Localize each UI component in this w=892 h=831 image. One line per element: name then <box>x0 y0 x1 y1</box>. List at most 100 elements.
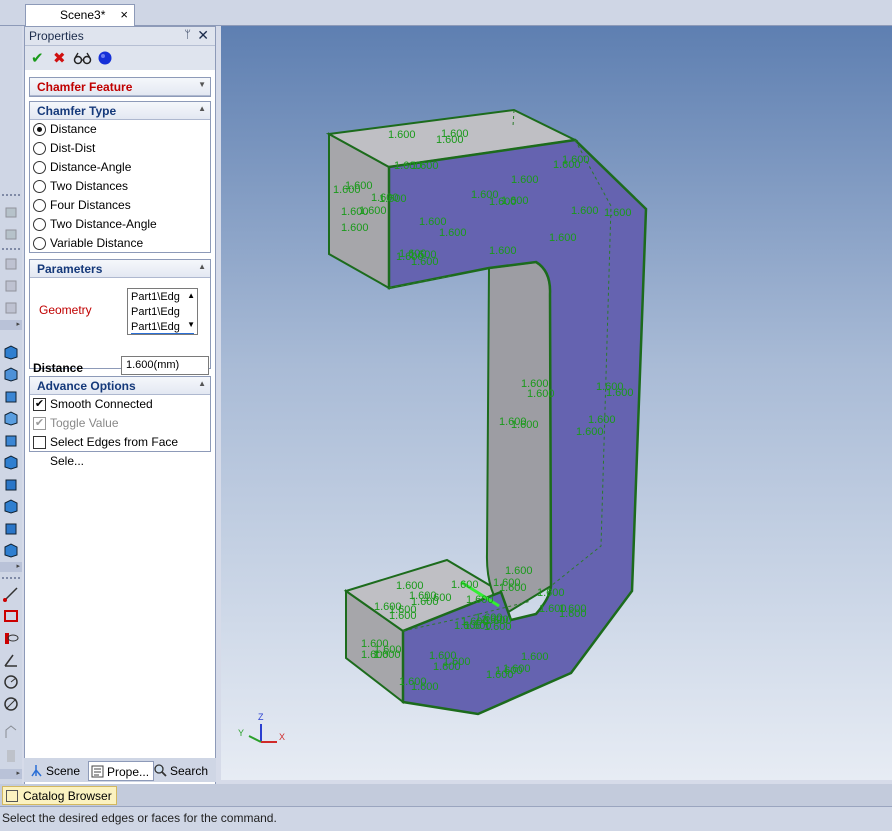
checkbox[interactable] <box>33 436 46 449</box>
dimension-label[interactable]: 1.600 <box>559 608 587 620</box>
parameters-title[interactable]: Parameters ▲ <box>30 260 210 278</box>
catalog-browser-button[interactable]: Catalog Browser <box>2 786 117 805</box>
dimension-label[interactable]: 1.600 <box>604 207 632 219</box>
dimension-label[interactable]: 1.600 <box>505 565 533 577</box>
document-tab-scene3[interactable]: Scene3* × <box>25 4 135 26</box>
loft-icon[interactable] <box>3 454 19 470</box>
dimension-label[interactable]: 1.600 <box>373 649 401 661</box>
part-light-icon[interactable] <box>3 226 19 242</box>
radius-icon[interactable] <box>3 674 19 690</box>
preview-glasses-icon[interactable] <box>73 50 93 66</box>
dimension-label[interactable]: 1.600 <box>537 587 565 599</box>
sweep-icon[interactable] <box>3 432 19 448</box>
radio-button[interactable] <box>33 142 46 155</box>
chamfer-type-option[interactable]: Two Distance-Angle <box>30 215 210 234</box>
measure-distance-icon[interactable] <box>3 586 19 602</box>
dimension-label[interactable]: 1.600 <box>439 227 467 239</box>
pin-icon[interactable]: ᛘ <box>184 29 191 41</box>
collapse-arrow-icon[interactable]: ▼ <box>198 80 206 89</box>
tab-properties[interactable]: Prope... <box>88 761 155 781</box>
chamfer-type-option[interactable]: Dist-Dist <box>30 139 210 158</box>
advance-option[interactable]: ✔ Smooth Connected <box>30 395 210 414</box>
face-light-icon[interactable] <box>3 300 19 316</box>
geometry-list[interactable]: Part1\Edg Part1\Edg Part1\Edg ▲ ▼ <box>127 288 198 335</box>
shell-icon[interactable] <box>3 476 19 492</box>
dimension-label[interactable]: 1.600 <box>606 387 634 399</box>
dimension-label[interactable]: 1.600 <box>345 180 373 192</box>
diameter-icon[interactable] <box>3 696 19 712</box>
radio-button[interactable] <box>33 123 46 136</box>
chamfer-type-option[interactable]: Distance-Angle <box>30 158 210 177</box>
dimension-label[interactable]: 1.600 <box>411 681 439 693</box>
dimension-label[interactable]: 1.600 <box>549 232 577 244</box>
revolve-icon[interactable] <box>3 410 19 426</box>
close-icon[interactable]: × <box>120 7 128 22</box>
radio-button[interactable] <box>33 161 46 174</box>
dimension-label[interactable]: 1.600 <box>441 128 469 140</box>
dimension-label[interactable]: 1.600 <box>464 620 492 632</box>
dimension-label[interactable]: 1.600 <box>489 245 517 257</box>
checkbox[interactable]: ✔ <box>33 398 46 411</box>
dimension-label[interactable]: 1.600 <box>527 388 555 400</box>
tab-search[interactable]: Search <box>152 761 208 781</box>
scroll-down-icon[interactable]: ▼ <box>187 320 195 329</box>
distance-input[interactable]: 1.600(mm) <box>121 356 209 375</box>
chamfer-type-option[interactable]: Four Distances <box>30 196 210 215</box>
geometry-item[interactable]: Part1\Edg <box>131 290 194 305</box>
dimension-label[interactable]: 1.600 <box>562 154 590 166</box>
dimension-label[interactable]: 1.600 <box>511 174 539 186</box>
dimension-label[interactable]: 1.600 <box>411 160 439 172</box>
tab-scene[interactable]: Scene <box>28 761 80 781</box>
collapse-arrow-icon[interactable]: ▲ <box>198 379 206 388</box>
advance-options-title[interactable]: Advance Options ▲ <box>30 377 210 395</box>
chamfer-type-option[interactable]: Two Distances <box>30 177 210 196</box>
dimension-label[interactable]: 1.600 <box>433 661 461 673</box>
dimension-label[interactable]: 1.600 <box>521 651 549 663</box>
model-canvas[interactable]: 1.600 1.600 1.600 1.600 1.600 1.600 1.600 1.600… <box>221 26 892 780</box>
dimension-label[interactable]: 1.600 <box>588 414 616 426</box>
chamfer-feature-title[interactable]: Chamfer Feature ▼ <box>30 78 210 96</box>
dimension-label[interactable]: 1.600 <box>379 193 407 205</box>
box-solid-icon[interactable] <box>3 344 19 360</box>
close-panel-icon[interactable]: ✕ <box>197 27 209 44</box>
face-light-icon[interactable] <box>3 278 19 294</box>
draft-icon[interactable] <box>3 542 19 558</box>
measure-red-icon[interactable] <box>3 608 19 624</box>
dimension-label[interactable]: 1.600 <box>499 582 527 594</box>
fillet-icon[interactable] <box>3 498 19 514</box>
dimension-label[interactable]: 1.600 <box>389 610 417 622</box>
dimension-label[interactable]: 1.600 <box>466 594 494 606</box>
collapse-arrow-icon[interactable]: ▲ <box>198 262 206 271</box>
chamfer-type-title[interactable]: Chamfer Type ▲ <box>30 102 210 120</box>
dimension-label[interactable]: 1.600 <box>388 129 416 141</box>
block-icon[interactable] <box>3 366 19 382</box>
bars-light-icon[interactable] <box>3 748 19 764</box>
dimension-label[interactable]: 1.600 <box>486 669 514 681</box>
visibility-icon[interactable] <box>3 630 19 646</box>
dimension-label[interactable]: 1.600 <box>511 419 539 431</box>
geometry-item-selected[interactable]: Part1\Edg <box>131 320 194 334</box>
advance-option[interactable]: Select Edges from Face Sele... <box>30 433 210 468</box>
toolbar-expander[interactable]: ▸ <box>0 562 22 572</box>
dimension-label[interactable]: 1.600 <box>571 205 599 217</box>
dimension-light-icon[interactable] <box>3 724 19 740</box>
ok-check-icon[interactable]: ✔ <box>31 49 44 67</box>
dimension-label[interactable]: 1.600 <box>359 205 387 217</box>
chamfer-type-option[interactable]: Distance <box>30 120 210 139</box>
face-light-icon[interactable] <box>3 256 19 272</box>
scroll-up-icon[interactable]: ▲ <box>187 291 195 300</box>
radio-button[interactable] <box>33 237 46 250</box>
part-light-icon[interactable] <box>3 204 19 220</box>
toolbar-expander[interactable]: ▸ <box>0 769 22 779</box>
dimension-label[interactable]: 1.600 <box>399 248 427 260</box>
dimension-label[interactable]: 1.600 <box>341 222 369 234</box>
radio-button[interactable] <box>33 218 46 231</box>
radio-button[interactable] <box>33 180 46 193</box>
extrude-icon[interactable] <box>3 388 19 404</box>
geometry-item[interactable]: Part1\Edg <box>131 305 194 320</box>
dimension-label[interactable]: 1.600 <box>576 426 604 438</box>
chamfer-type-option[interactable]: Variable Distance <box>30 234 210 253</box>
3d-viewport[interactable]: 1.600 1.600 1.600 1.600 1.600 1.600 1.600 1.600… <box>221 26 892 780</box>
apply-ball-icon[interactable] <box>97 50 113 66</box>
cancel-x-icon[interactable]: ✖ <box>53 49 66 67</box>
